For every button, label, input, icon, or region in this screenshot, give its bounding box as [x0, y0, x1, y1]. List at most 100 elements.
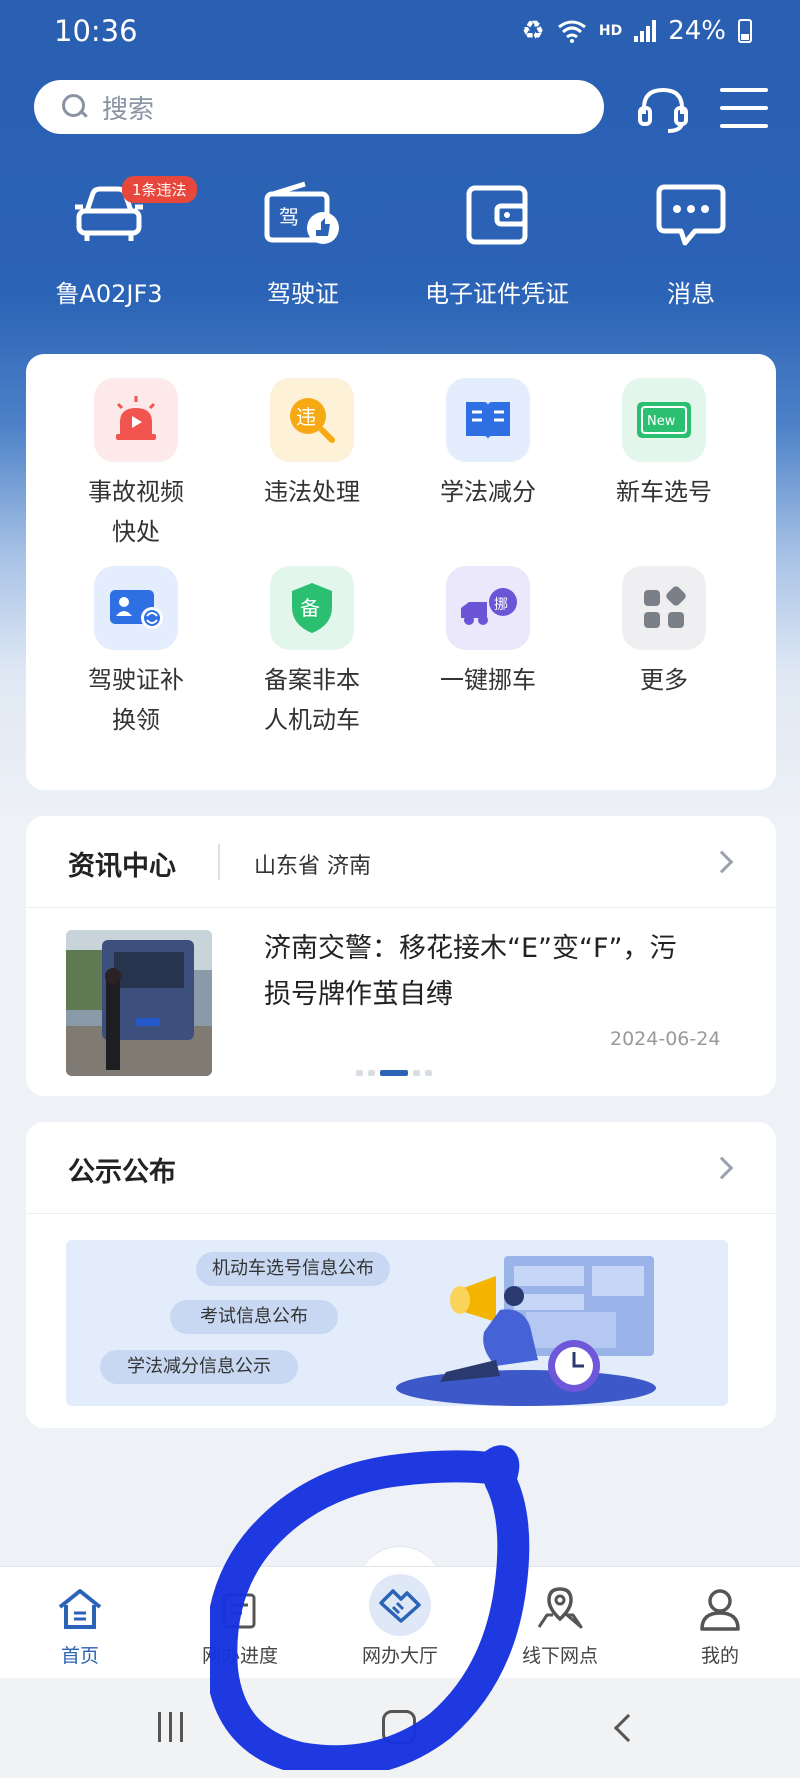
messages-label: 消息: [667, 280, 715, 308]
quick-cards: 1条违法 鲁A02JF3 驾 驾驶证 电子证件凭证 消息: [0, 170, 800, 320]
driver-license-card[interactable]: 驾 驾驶证: [208, 170, 398, 309]
wifi-icon: [557, 20, 586, 43]
news-location[interactable]: 山东省 济南: [254, 848, 371, 880]
service-label: 更多: [640, 666, 688, 694]
network-label: HD: [598, 23, 623, 39]
back-button[interactable]: [613, 1713, 643, 1743]
home-icon: [58, 1589, 102, 1629]
search-placeholder: 搜索: [102, 94, 155, 125]
public-notices: 公示公布 机动车选号信息公布 考试信息公布 学法减分信息公示: [26, 1122, 776, 1428]
banner-pill: 学法减分信息公示: [100, 1350, 298, 1384]
carousel-dot: [413, 1070, 420, 1076]
service-label: 违法处理: [264, 478, 360, 506]
nav-offline-points[interactable]: 线下网点: [480, 1567, 640, 1679]
carousel-dot: [368, 1070, 375, 1076]
service-label: 驾驶证补 换领: [88, 666, 184, 734]
nav-mine[interactable]: 我的: [640, 1567, 800, 1679]
shield-icon: 备: [292, 583, 332, 633]
tow-truck-icon: 挪: [461, 588, 517, 625]
bottom-nav: 首页 网办进度 网办大厅 线下网点 我的: [0, 1566, 800, 1678]
more-tile: [622, 566, 706, 650]
nav-online-hall[interactable]: 网办大厅: [320, 1567, 480, 1679]
service-label: 备案非本 人机动车: [264, 666, 360, 734]
notice-title: 公示公布: [68, 1157, 176, 1188]
shield-tile: 备: [270, 566, 354, 650]
violation-badge: 1条违法: [122, 176, 197, 203]
plate-number: 鲁A02JF3: [55, 280, 163, 308]
map-pin-icon: [537, 1587, 583, 1629]
violation-tile: 违: [270, 378, 354, 462]
signal-icon: [634, 20, 657, 42]
service-study-points[interactable]: 学法减分: [400, 378, 576, 512]
service-label: 事故视频 快处: [88, 478, 184, 546]
divider: [218, 844, 220, 880]
news-center: 资讯中心 山东省 济南 济南交警：移花接木“E”变“F”，污 损号牌作茧自缚 20…: [26, 816, 776, 1096]
news-headline[interactable]: 济南交警：移花接木“E”变“F”，污 损号牌作茧自缚: [264, 926, 734, 1018]
handshake-icon: [379, 1589, 421, 1623]
service-grid: 事故视频 快处 违 违法处理 学法减分 New 新车选号 驾驶证补 换领 备 备…: [26, 354, 776, 790]
nav-label: 首页: [60, 1645, 99, 1667]
chevron-right-icon[interactable]: [710, 850, 734, 874]
menu-icon[interactable]: [720, 88, 768, 128]
more-grid-icon: [644, 586, 686, 628]
nav-home[interactable]: 首页: [0, 1567, 160, 1679]
notice-header[interactable]: 公示公布: [26, 1122, 776, 1214]
service-accident-video[interactable]: 事故视频 快处: [48, 378, 224, 552]
nav-label: 网办大厅: [361, 1645, 438, 1667]
svg-text:挪: 挪: [494, 597, 508, 613]
home-button[interactable]: [382, 1710, 416, 1744]
banner-pill: 机动车选号信息公布: [196, 1252, 390, 1286]
license-icon: 驾: [264, 181, 339, 244]
carousel-dot-active: [380, 1070, 408, 1076]
svg-text:违: 违: [296, 405, 316, 429]
svg-text:驾: 驾: [279, 205, 299, 229]
status-time: 10:36: [54, 14, 138, 48]
service-violation[interactable]: 违 违法处理: [224, 378, 400, 512]
e-certificate-card[interactable]: 电子证件凭证: [402, 170, 592, 309]
service-license-renew[interactable]: 驾驶证补 换领: [48, 566, 224, 740]
service-register-vehicle[interactable]: 备 备案非本 人机动车: [224, 566, 400, 740]
progress-icon: [222, 1593, 256, 1629]
banner-pill: 考试信息公布: [170, 1300, 338, 1334]
message-icon: [656, 184, 726, 246]
carousel-indicator: [356, 1070, 432, 1076]
system-nav-bar: [0, 1678, 800, 1778]
battery-percent: 24%: [668, 16, 726, 46]
status-bar: 10:36 ♻ HD 24%: [0, 0, 800, 68]
license-renew-icon: [110, 590, 163, 629]
search-icon: [62, 94, 88, 120]
nav-label: 我的: [700, 1645, 739, 1667]
book-tile: [446, 378, 530, 462]
nav-label: 网办进度: [201, 1645, 278, 1667]
new-plate-tile: New: [622, 378, 706, 462]
vehicle-card[interactable]: 1条违法 鲁A02JF3: [14, 170, 204, 309]
chevron-right-icon[interactable]: [710, 1156, 734, 1180]
news-title: 资讯中心: [68, 851, 176, 882]
news-header[interactable]: 资讯中心 山东省 济南: [26, 816, 776, 908]
service-label: 一键挪车: [440, 666, 536, 694]
service-move-car[interactable]: 挪 一键挪车: [400, 566, 576, 700]
online-hall-icon-bg: [369, 1574, 431, 1636]
wallet-icon: [466, 185, 528, 245]
book-icon: [466, 402, 510, 440]
megaphone-illustration: [396, 1256, 656, 1406]
siren-tile: [94, 378, 178, 462]
news-thumbnail[interactable]: [66, 930, 212, 1076]
service-label: 学法减分: [440, 478, 536, 506]
service-more[interactable]: 更多: [576, 566, 752, 700]
violation-icon: 违: [290, 398, 335, 443]
messages-card[interactable]: 消息: [596, 170, 786, 309]
recent-apps-button[interactable]: [158, 1712, 183, 1742]
search-input[interactable]: 搜索: [34, 80, 604, 134]
nav-label: 线下网点: [521, 1645, 598, 1667]
recycle-icon: ♻: [521, 16, 545, 46]
nav-progress[interactable]: 网办进度: [160, 1567, 320, 1679]
svg-text:备: 备: [300, 596, 320, 620]
service-label: 新车选号: [616, 478, 712, 506]
customer-service-icon[interactable]: [636, 84, 690, 134]
service-new-plate[interactable]: New 新车选号: [576, 378, 752, 512]
e-certificate-label: 电子证件凭证: [425, 280, 569, 308]
carousel-dot: [356, 1070, 363, 1076]
notice-banner[interactable]: 机动车选号信息公布 考试信息公布 学法减分信息公示: [66, 1240, 728, 1406]
driver-license-label: 驾驶证: [267, 280, 339, 308]
